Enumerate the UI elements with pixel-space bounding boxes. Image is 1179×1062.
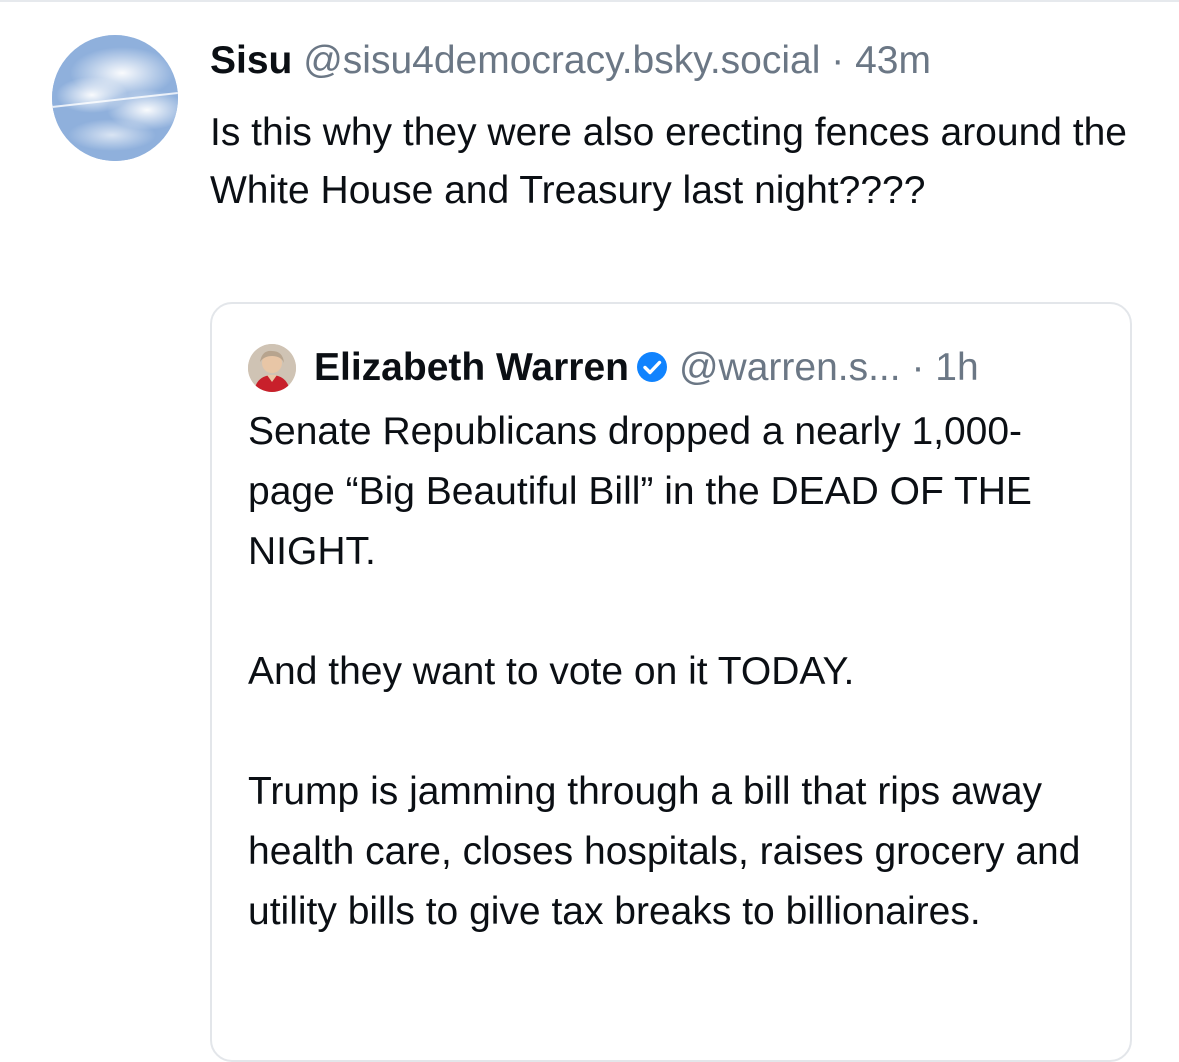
- quote-paragraph: And they want to vote on it TODAY.: [248, 650, 855, 693]
- quote-author-avatar[interactable]: [248, 344, 296, 392]
- quote-timestamp[interactable]: 1h: [935, 346, 978, 389]
- author-avatar[interactable]: [52, 35, 178, 161]
- top-divider: [0, 0, 1179, 2]
- quote-paragraph: Trump is jamming through a bill that rip…: [248, 770, 1081, 933]
- quote-post-card[interactable]: Elizabeth Warren @warren.s... · 1h Senate…: [210, 302, 1132, 1062]
- author-handle[interactable]: @sisu4democracy.bsky.social: [303, 39, 820, 82]
- quote-separator-dot: ·: [911, 346, 925, 389]
- author-name[interactable]: Sisu: [210, 39, 292, 82]
- quote-author-handle[interactable]: @warren.s...: [679, 346, 901, 389]
- separator-dot: ·: [831, 39, 845, 82]
- post-text: Is this why they were also erecting fenc…: [210, 111, 1127, 212]
- quote-paragraph: Senate Republicans dropped a nearly 1,00…: [248, 410, 1032, 573]
- quote-header: Elizabeth Warren @warren.s... · 1h: [314, 342, 979, 398]
- quote-author-name[interactable]: Elizabeth Warren: [314, 346, 629, 389]
- portrait-icon: [248, 344, 296, 392]
- quote-text: Senate Republicans dropped a nearly 1,00…: [248, 402, 1108, 1002]
- post-header: Sisu @sisu4democracy.bsky.social · 43m: [210, 38, 931, 84]
- post-timestamp[interactable]: 43m: [855, 39, 931, 82]
- sky-clouds-icon: [52, 35, 178, 161]
- verified-check-icon: [635, 346, 669, 398]
